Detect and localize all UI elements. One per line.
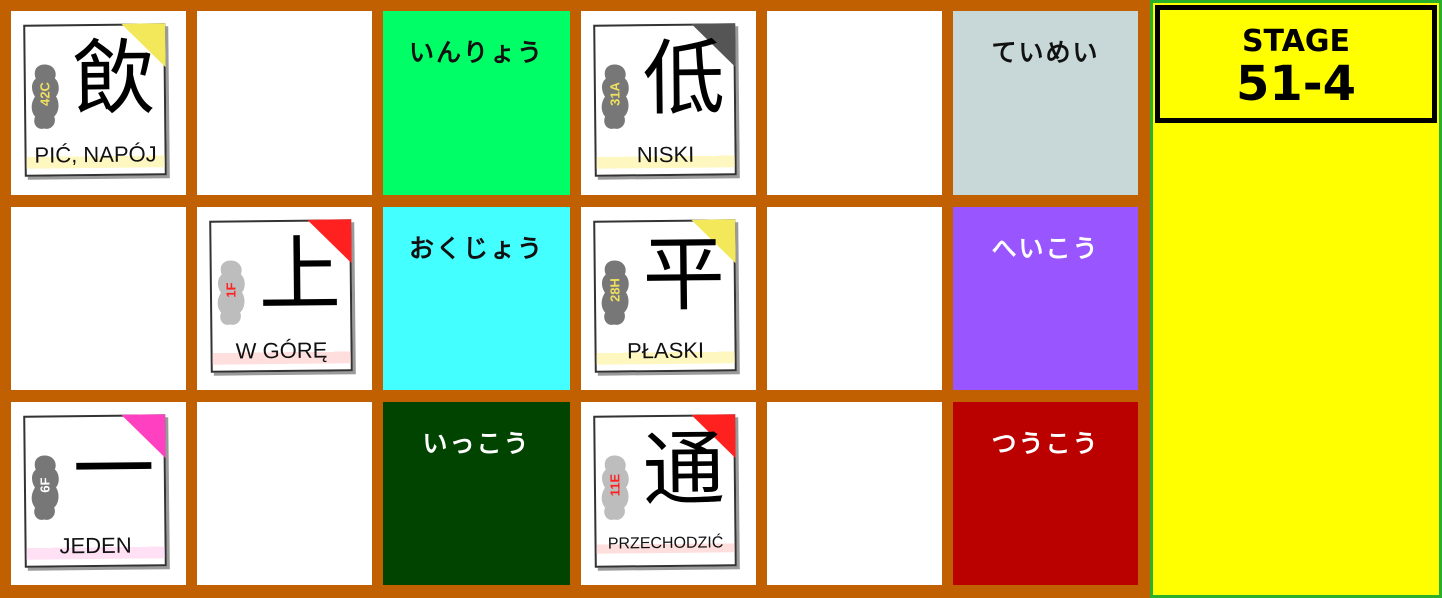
kanji-character: 平 <box>642 227 726 324</box>
kanji-code: 6F <box>37 477 53 493</box>
empty-cell[interactable] <box>767 11 942 195</box>
kanji-card[interactable]: 通 11E PRZECHODZIĆ <box>593 414 737 568</box>
kanji-card[interactable]: 一 6F JEDEN <box>23 414 167 568</box>
kanji-code: 42C <box>37 82 53 107</box>
kanji-card-cell[interactable]: 通 11E PRZECHODZIĆ <box>581 402 756 585</box>
kanji-card-cell[interactable]: 平 28H PŁASKI <box>581 207 756 390</box>
word-tile[interactable]: いんりょう <box>383 11 570 195</box>
kanji-card[interactable]: 平 28H PŁASKI <box>593 219 737 373</box>
kanji-card-cell[interactable]: 一 6F JEDEN <box>11 402 186 585</box>
stage-panel: STAGE 51-4 <box>1150 0 1442 598</box>
empty-cell[interactable] <box>767 207 942 390</box>
kanji-meaning: PŁASKI <box>596 337 735 365</box>
kanji-meaning: JEDEN <box>26 532 165 560</box>
kanji-code: 28H <box>607 278 623 303</box>
empty-cell[interactable] <box>197 11 372 195</box>
word-tile[interactable]: おくじょう <box>383 207 570 390</box>
kanji-character: 飲 <box>72 31 156 128</box>
game-board: 飲 42C PIĆ, NAPÓJ いんりょう 低 31A NISKI ていめい … <box>0 0 1150 598</box>
word-tile[interactable]: ていめい <box>953 11 1138 195</box>
word-tile[interactable]: へいこう <box>953 207 1138 390</box>
kanji-character: 通 <box>642 422 726 519</box>
kanji-code: 11E <box>607 473 623 497</box>
kanji-meaning: PIĆ, NAPÓJ <box>26 141 165 169</box>
word-tile[interactable]: つうこう <box>953 402 1138 585</box>
kanji-card[interactable]: 上 1F W GÓRĘ <box>209 219 353 373</box>
empty-cell[interactable] <box>197 402 372 585</box>
word-reading: おくじょう <box>408 234 544 263</box>
kanji-meaning: PRZECHODZIĆ <box>596 534 735 554</box>
kanji-code: 1F <box>223 282 239 298</box>
kanji-card[interactable]: 飲 42C PIĆ, NAPÓJ <box>23 23 167 177</box>
kanji-code: 31A <box>607 82 623 107</box>
kanji-meaning: NISKI <box>596 141 735 169</box>
kanji-character: 上 <box>258 227 342 324</box>
empty-cell[interactable] <box>767 402 942 585</box>
kanji-card-cell[interactable]: 飲 42C PIĆ, NAPÓJ <box>11 11 186 195</box>
kanji-character: 低 <box>642 31 726 128</box>
kanji-card-cell[interactable]: 低 31A NISKI <box>581 11 756 195</box>
empty-cell[interactable] <box>11 207 186 390</box>
kanji-card-cell[interactable]: 上 1F W GÓRĘ <box>197 207 372 390</box>
stage-indicator: STAGE 51-4 <box>1155 5 1437 123</box>
word-reading: ていめい <box>991 38 1100 67</box>
kanji-character: 一 <box>72 422 156 519</box>
stage-number: 51-4 <box>1235 56 1357 112</box>
word-reading: いっこう <box>422 429 531 458</box>
word-reading: つうこう <box>991 429 1100 458</box>
kanji-meaning: W GÓRĘ <box>212 337 351 365</box>
kanji-card[interactable]: 低 31A NISKI <box>593 23 737 177</box>
word-reading: いんりょう <box>408 38 544 67</box>
word-reading: へいこう <box>991 234 1100 263</box>
word-tile[interactable]: いっこう <box>383 402 570 585</box>
stage-label: STAGE <box>1241 24 1351 59</box>
